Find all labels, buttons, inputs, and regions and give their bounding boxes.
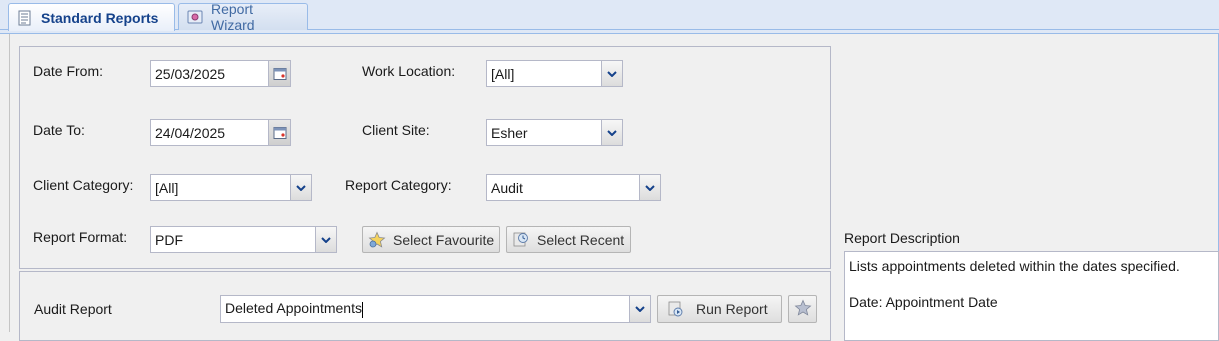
tab-body-border bbox=[0, 30, 1219, 34]
add-favourite-button[interactable] bbox=[788, 295, 817, 323]
client-category-value: [All] bbox=[155, 179, 179, 196]
description-line: Lists appointments deleted within the da… bbox=[849, 258, 1180, 274]
report-category-label: Report Category: bbox=[345, 177, 452, 193]
date-to-field[interactable]: 24/04/2025 bbox=[150, 119, 291, 146]
report-description-box: Lists appointments deleted within the da… bbox=[844, 251, 1219, 341]
favourite-star-icon bbox=[367, 230, 387, 250]
select-recent-button[interactable]: Select Recent bbox=[506, 226, 631, 253]
client-category-label: Client Category: bbox=[33, 177, 134, 193]
calendar-icon[interactable] bbox=[268, 61, 290, 86]
report-format-label: Report Format: bbox=[33, 229, 128, 245]
date-from-field[interactable]: 25/03/2025 bbox=[150, 60, 291, 87]
text-cursor bbox=[361, 301, 363, 318]
audit-report-label: Audit Report bbox=[34, 301, 112, 317]
client-site-value: Esher bbox=[491, 124, 528, 141]
date-to-value: 24/04/2025 bbox=[155, 124, 226, 141]
report-format-select[interactable]: PDF bbox=[150, 226, 337, 253]
report-document-icon bbox=[17, 10, 33, 26]
date-from-value: 25/03/2025 bbox=[155, 65, 226, 82]
run-report-icon bbox=[666, 299, 686, 319]
work-location-value: [All] bbox=[491, 65, 515, 82]
chevron-down-icon[interactable] bbox=[601, 61, 622, 86]
report-format-value: PDF bbox=[155, 231, 183, 248]
chevron-down-icon[interactable] bbox=[290, 175, 311, 200]
date-from-label: Date From: bbox=[33, 63, 104, 79]
work-location-label: Work Location: bbox=[362, 63, 456, 79]
date-to-label: Date To: bbox=[33, 122, 85, 138]
star-icon bbox=[794, 299, 812, 320]
run-report-button[interactable]: Run Report bbox=[657, 295, 782, 323]
description-line: Date: Appointment Date bbox=[849, 294, 998, 310]
tab-label: Standard Reports bbox=[41, 9, 159, 26]
tab-report-wizard[interactable]: Report Wizard bbox=[178, 1, 308, 33]
content-left-border bbox=[9, 34, 10, 332]
calendar-icon[interactable] bbox=[268, 120, 290, 145]
work-location-select[interactable]: [All] bbox=[486, 60, 623, 87]
tab-standard-reports[interactable]: Standard Reports bbox=[8, 3, 175, 31]
client-site-select[interactable]: Esher bbox=[486, 119, 623, 146]
report-category-select[interactable]: Audit bbox=[486, 174, 661, 201]
report-description-label: Report Description bbox=[844, 230, 960, 246]
report-select-value-wrap: Deleted Appointments bbox=[221, 300, 629, 318]
report-category-value: Audit bbox=[491, 179, 523, 196]
recent-history-icon bbox=[511, 230, 531, 250]
tab-label: Report Wizard bbox=[211, 1, 255, 33]
report-select[interactable]: Deleted Appointments bbox=[220, 295, 651, 323]
run-report-label: Run Report bbox=[696, 301, 768, 317]
chevron-down-icon[interactable] bbox=[601, 120, 622, 145]
chevron-down-icon[interactable] bbox=[629, 296, 650, 322]
chevron-down-icon[interactable] bbox=[639, 175, 660, 200]
select-recent-label: Select Recent bbox=[537, 231, 625, 248]
select-favourite-button[interactable]: Select Favourite bbox=[362, 226, 500, 253]
wizard-icon bbox=[187, 9, 203, 25]
report-select-value: Deleted Appointments bbox=[225, 300, 362, 317]
select-favourite-label: Select Favourite bbox=[393, 231, 495, 248]
client-category-select[interactable]: [All] bbox=[150, 174, 312, 201]
chevron-down-icon[interactable] bbox=[315, 227, 336, 252]
client-site-label: Client Site: bbox=[362, 122, 430, 138]
